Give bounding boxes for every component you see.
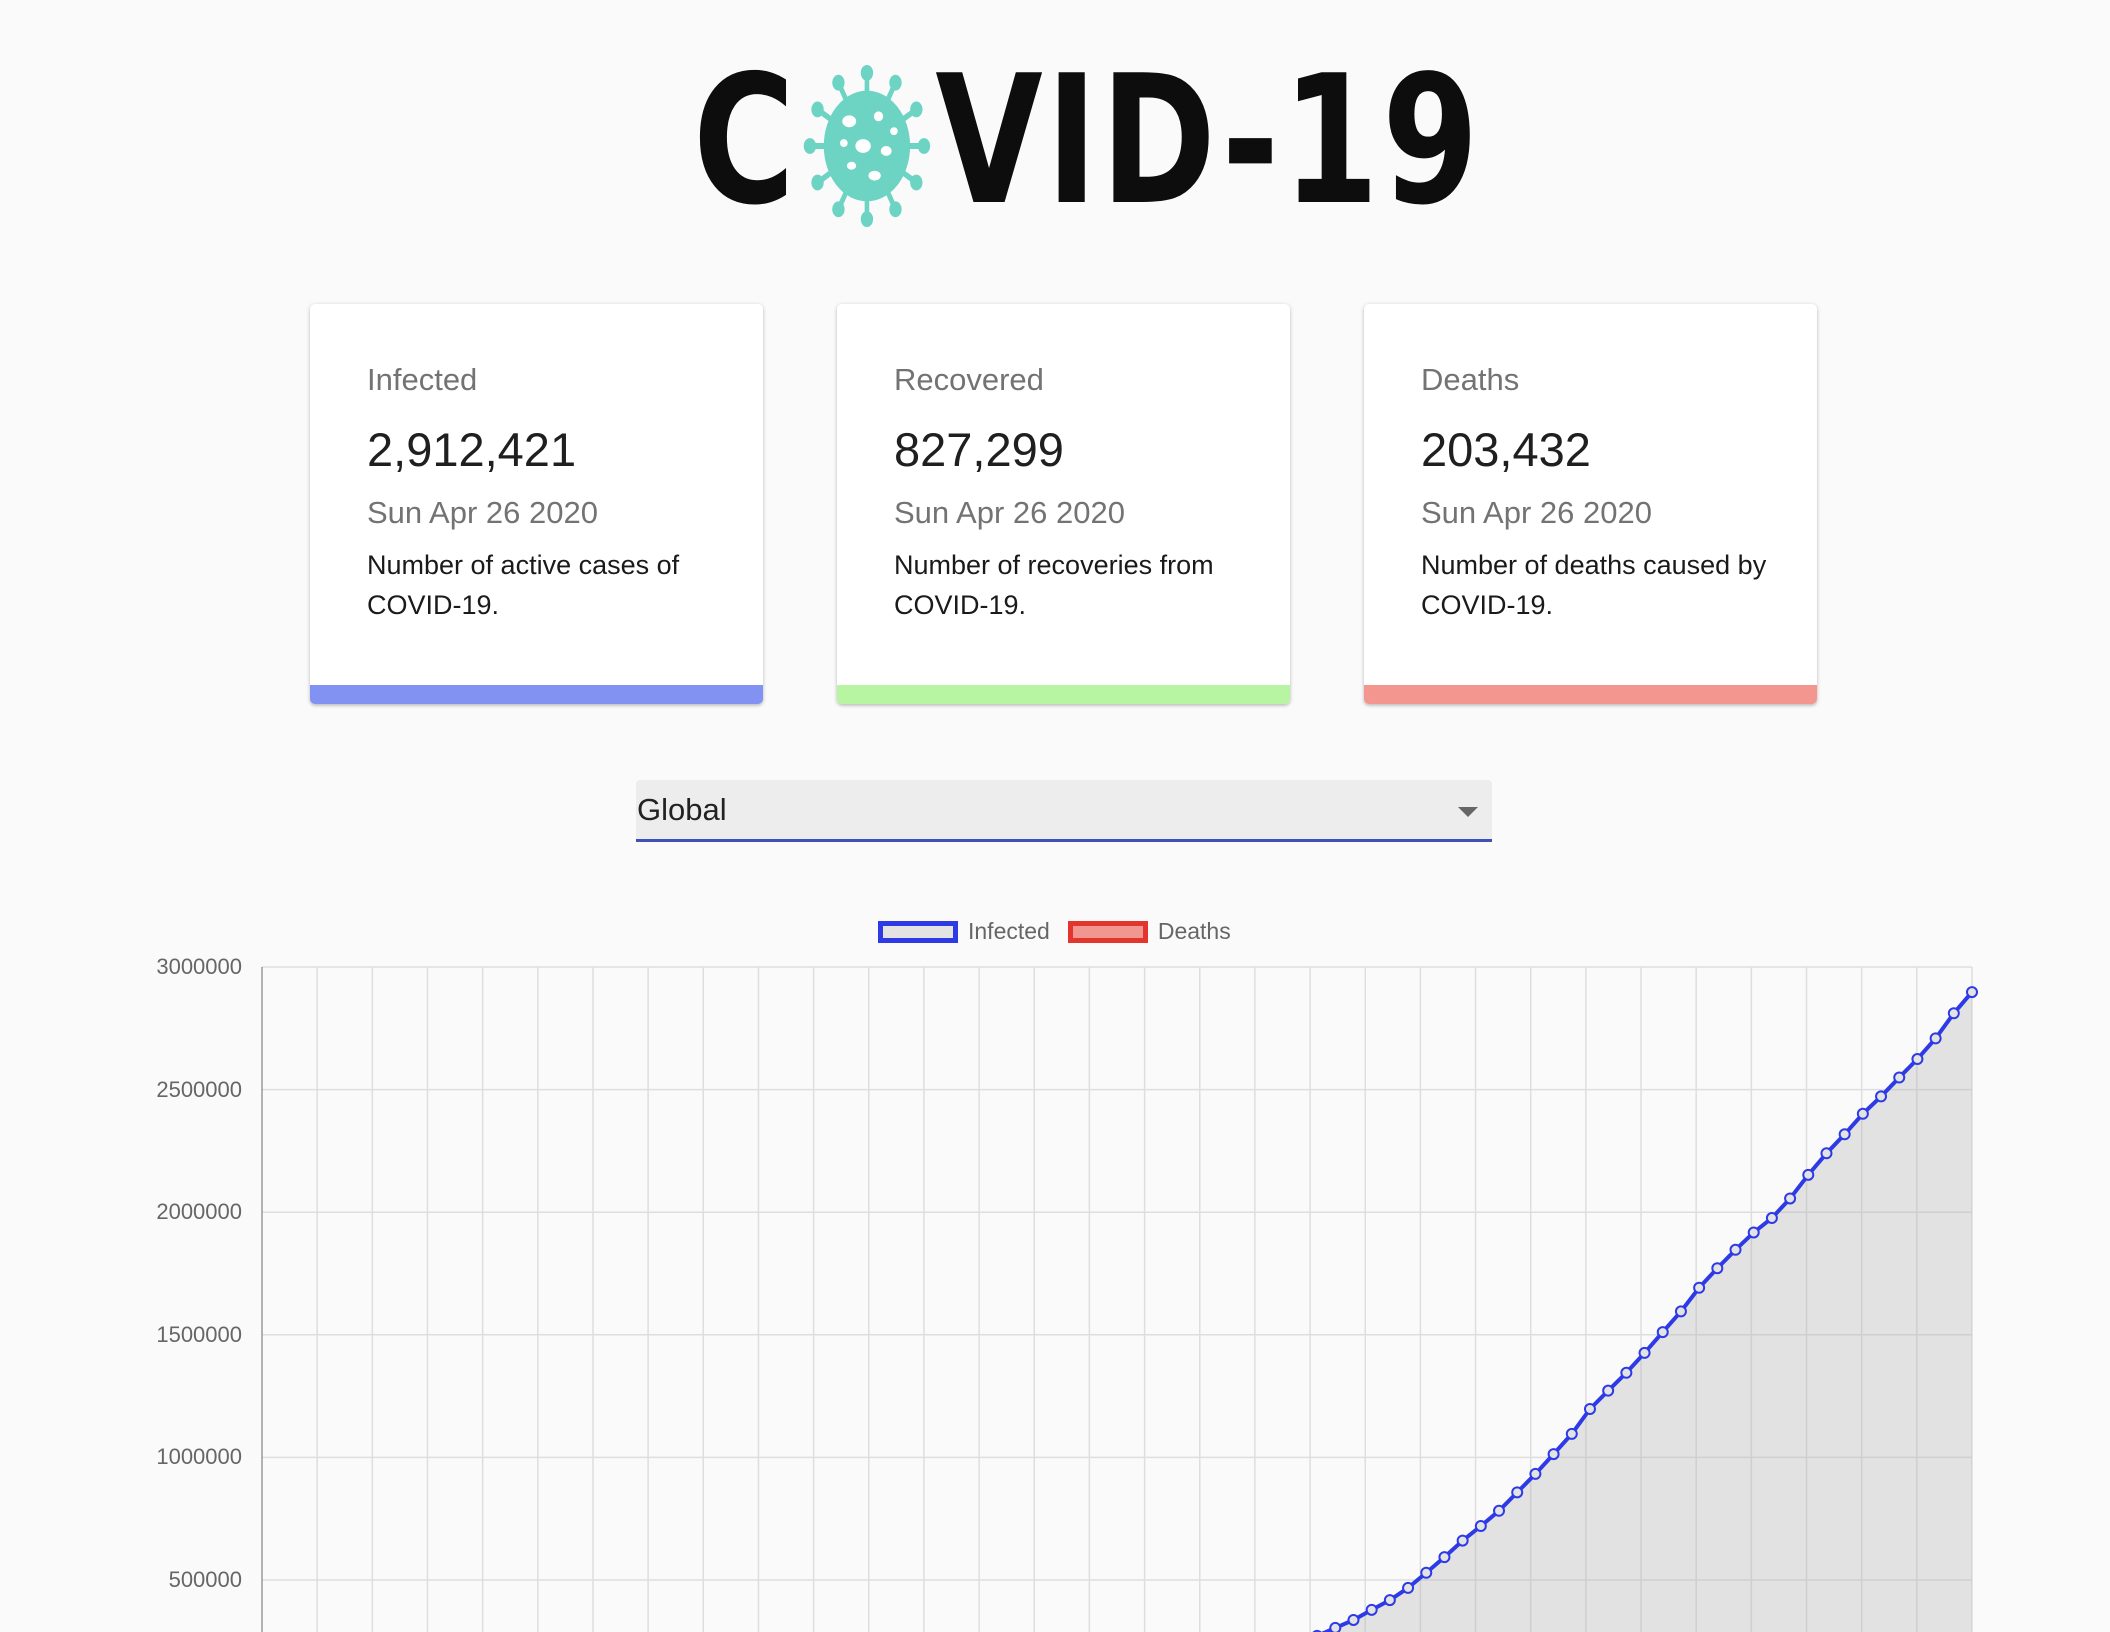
infected-point[interactable] xyxy=(1474,1520,1487,1533)
infected-point[interactable] xyxy=(1875,1090,1888,1103)
infected-point[interactable] xyxy=(1402,1581,1415,1594)
infected-point[interactable] xyxy=(1693,1281,1706,1294)
infected-point[interactable] xyxy=(1711,1262,1724,1275)
infected-point[interactable] xyxy=(1493,1504,1506,1517)
line-chart xyxy=(261,966,1978,1632)
infected-point[interactable] xyxy=(1420,1566,1433,1579)
infected-point[interactable] xyxy=(1620,1366,1633,1379)
infected-point[interactable] xyxy=(1583,1402,1596,1415)
infected-point[interactable] xyxy=(1438,1551,1451,1564)
infected-point[interactable] xyxy=(1347,1613,1360,1626)
infected-point[interactable] xyxy=(1966,986,1978,999)
infected-point[interactable] xyxy=(1529,1467,1542,1480)
infected-point[interactable] xyxy=(1729,1243,1742,1256)
infected-point[interactable] xyxy=(1365,1603,1378,1616)
infected-point[interactable] xyxy=(1893,1071,1906,1084)
infected-point[interactable] xyxy=(1784,1192,1797,1205)
infected-point[interactable] xyxy=(1511,1486,1524,1499)
infected-point[interactable] xyxy=(1802,1168,1815,1181)
infected-point[interactable] xyxy=(1674,1305,1687,1318)
infected-area xyxy=(262,992,1972,1632)
infected-point[interactable] xyxy=(1929,1032,1942,1045)
infected-point[interactable] xyxy=(1547,1448,1560,1461)
infected-point[interactable] xyxy=(1383,1594,1396,1607)
infected-point[interactable] xyxy=(1838,1128,1851,1141)
infected-point[interactable] xyxy=(1638,1346,1651,1359)
infected-point[interactable] xyxy=(1329,1621,1342,1632)
infected-point[interactable] xyxy=(1565,1427,1578,1440)
infected-point[interactable] xyxy=(1456,1534,1469,1547)
infected-point[interactable] xyxy=(1765,1212,1778,1225)
infected-point[interactable] xyxy=(1747,1226,1760,1239)
infected-point[interactable] xyxy=(1911,1053,1924,1066)
infected-point[interactable] xyxy=(1856,1107,1869,1120)
infected-point[interactable] xyxy=(1947,1007,1960,1020)
infected-point[interactable] xyxy=(1602,1384,1615,1397)
infected-point[interactable] xyxy=(1820,1147,1833,1160)
infected-point[interactable] xyxy=(1656,1326,1669,1339)
